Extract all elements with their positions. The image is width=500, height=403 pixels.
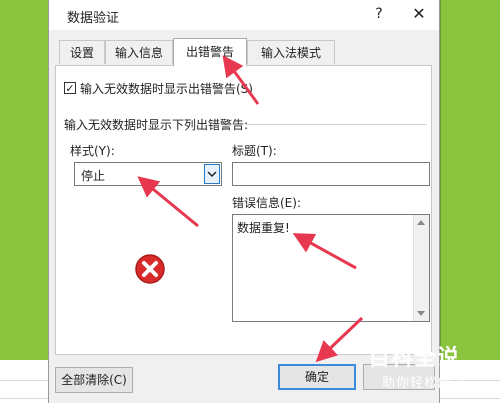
- watermark-title: 百科全说: [368, 346, 461, 371]
- title-input[interactable]: [232, 162, 430, 186]
- ok-button[interactable]: 确定: [278, 364, 356, 390]
- style-select-value: 停止: [81, 169, 106, 183]
- spreadsheet-background-right: [440, 0, 500, 360]
- dialog-title: 数据验证: [67, 11, 120, 26]
- section-divider: [246, 124, 426, 125]
- style-select[interactable]: 停止: [74, 162, 222, 186]
- help-button[interactable]: ?: [371, 4, 387, 24]
- section-label: 输入无效数据时显示下列出错警告:: [64, 118, 249, 132]
- error-message-textarea[interactable]: 数据重复!: [232, 214, 430, 322]
- chevron-down-icon[interactable]: [204, 164, 220, 184]
- message-label: 错误信息(E):: [232, 196, 301, 210]
- close-button[interactable]: ✕: [409, 4, 429, 24]
- tab-input-message[interactable]: 输入信息: [105, 40, 173, 64]
- spreadsheet-gridline: [440, 0, 441, 360]
- style-label: 样式(Y):: [70, 144, 115, 158]
- tab-settings[interactable]: 设置: [59, 40, 105, 64]
- error-message-text: 数据重复!: [237, 221, 290, 235]
- show-alert-checkbox[interactable]: ✓: [64, 82, 76, 94]
- title-label: 标题(T):: [232, 144, 277, 158]
- tab-error-alert[interactable]: 出错警告: [173, 38, 247, 66]
- scroll-up-icon[interactable]: [417, 220, 425, 225]
- clear-all-button[interactable]: 全部清除(C): [55, 367, 133, 393]
- tab-ime-mode[interactable]: 输入法模式: [247, 40, 335, 64]
- stop-error-icon: [135, 254, 165, 284]
- textarea-scrollbar[interactable]: [413, 215, 429, 321]
- watermark-subtitle: 助你轻松解决: [382, 376, 467, 391]
- scroll-down-icon[interactable]: [417, 311, 425, 316]
- show-alert-label[interactable]: 输入无效数据时显示出错警告(S): [80, 80, 253, 97]
- dialog-titlebar: 数据验证 ? ✕: [49, 0, 439, 30]
- spreadsheet-background-left: [0, 0, 48, 360]
- watermark-logo: 百科全说 助你轻松解决: [368, 340, 498, 400]
- error-alert-panel: ✓ 输入无效数据时显示出错警告(S) 输入无效数据时显示下列出错警告: 样式(Y…: [55, 65, 432, 355]
